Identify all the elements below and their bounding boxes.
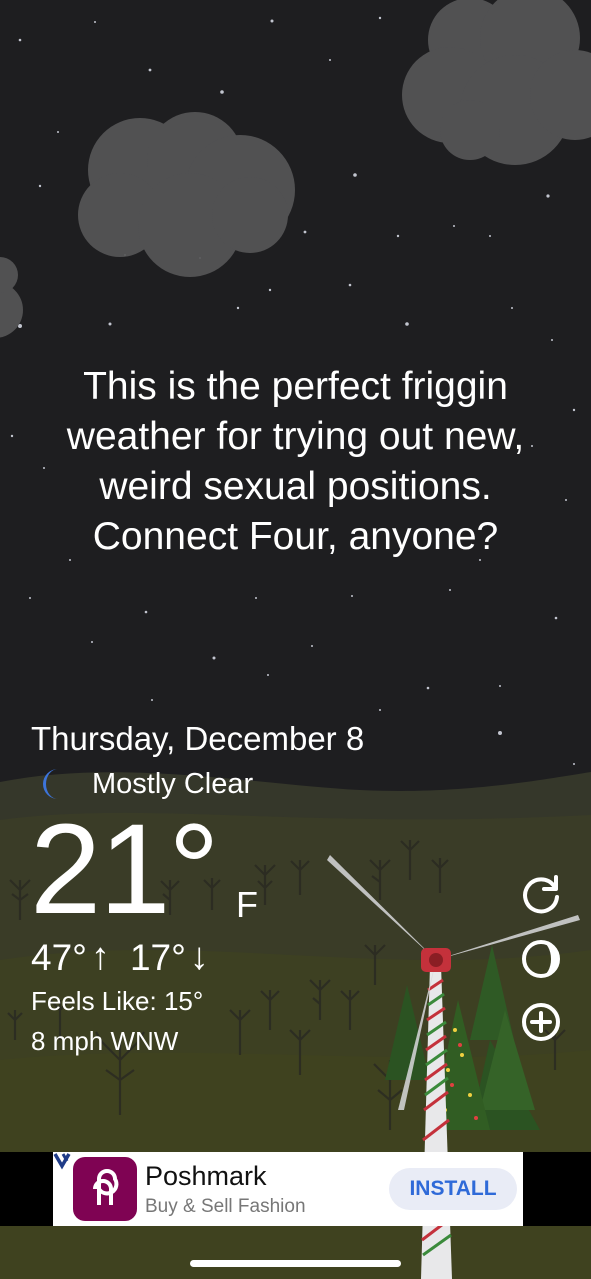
refresh-button[interactable]: [519, 873, 563, 917]
ad-tagline: Buy & Sell Fashion: [145, 1195, 306, 1217]
ad-banner[interactable]: Poshmark Buy & Sell Fashion INSTALL: [53, 1152, 523, 1226]
home-indicator[interactable]: [190, 1260, 401, 1267]
arrow-down-icon: ↓: [189, 936, 209, 978]
weather-quote: This is the perfect friggin weather for …: [66, 365, 525, 558]
ad-app-name: Poshmark: [145, 1160, 267, 1191]
refresh-icon: [523, 875, 559, 914]
date-label: Thursday, December 8: [31, 720, 365, 757]
high-temperature: 47°: [31, 936, 87, 978]
ad-text-group: Poshmark Buy & Sell Fashion: [145, 1161, 306, 1218]
add-location-button[interactable]: [519, 1000, 563, 1044]
condition-text: Mostly Clear: [92, 767, 254, 800]
crescent-moon-icon: [43, 769, 58, 799]
add-location-icon: [522, 1003, 560, 1041]
high-low-row: 47° ↑ 17° ↓: [31, 936, 215, 979]
temperature-unit: F: [236, 884, 258, 925]
low-temperature: 17°: [129, 936, 186, 978]
ad-choices-icon[interactable]: [53, 1152, 75, 1172]
feels-like: Feels Like: 15°: [31, 986, 204, 1016]
arrow-up-icon: ↑: [90, 936, 110, 978]
moon-phase-button[interactable]: [519, 937, 563, 981]
wind-info: 8 mph WNW: [31, 1026, 179, 1056]
weather-background-scene: [0, 0, 591, 1279]
current-temperature: 21°: [30, 798, 220, 941]
poshmark-logo-icon: [73, 1157, 137, 1221]
install-button[interactable]: INSTALL: [389, 1168, 517, 1210]
moon-phase-icon: [522, 940, 560, 978]
